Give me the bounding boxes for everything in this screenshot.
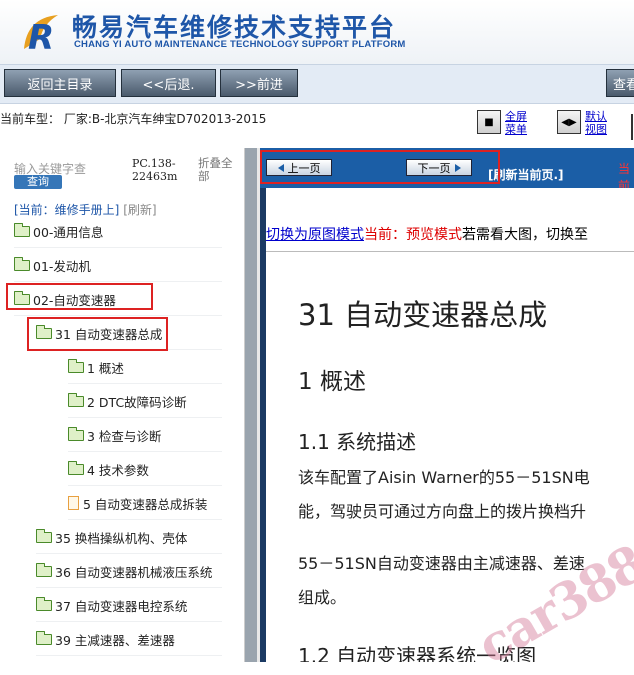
folder-icon — [14, 256, 30, 271]
tree-item-overview[interactable]: 1 概述 — [68, 351, 222, 384]
folder-icon — [68, 460, 84, 475]
view-button[interactable]: 查看 — [606, 69, 634, 97]
paragraph-line: 能，驾驶员可通过方向盘上的拨片换档升 — [298, 502, 587, 521]
back-button[interactable]: <<后退. — [121, 69, 216, 97]
document-icon — [68, 496, 79, 510]
pc-number: PC.138- 22463m — [132, 157, 178, 183]
tree-item-label: 00-通用信息 — [33, 224, 104, 240]
folder-icon — [68, 358, 84, 373]
paragraph-line: 该车配置了Aisin Warner的55－51SN电 — [298, 468, 590, 487]
tree-item-specs[interactable]: 4 技术参数 — [68, 453, 222, 486]
fullscreen-menu-label[interactable]: 全屏 菜单 — [505, 110, 527, 136]
tree-item-final-drive[interactable]: 39 主减速器、差速器 — [36, 623, 222, 656]
tree-item-label: 37 自动变速器电控系统 — [55, 598, 188, 614]
tree-item-removal[interactable]: 5 自动变速器总成拆装 — [68, 487, 222, 520]
folder-icon — [36, 528, 52, 543]
fullscreen-icon: ■ — [484, 116, 494, 128]
view-mode-line: 切换为原图模式当前：预览模式若需看大图，切换至 — [266, 224, 588, 244]
tree-item-electronic-control[interactable]: 37 自动变速器电控系统 — [36, 589, 222, 622]
paragraph-line: 组成。 — [298, 588, 347, 607]
main-navbar: 返回主目录 <<后退. >>前进 查看 — [0, 64, 634, 104]
folder-icon — [68, 426, 84, 441]
tree-item-label: 3 检查与诊断 — [87, 428, 162, 444]
tree-item-label: 36 自动变速器机械液压系统 — [55, 564, 213, 580]
folder-icon — [36, 562, 52, 577]
current-mode-label: 当前：预览模式 — [364, 227, 462, 243]
platform-subtitle: CHANG YI AUTO MAINTENANCE TECHNOLOGY SUP… — [74, 39, 406, 50]
tree-item-label: 4 技术参数 — [87, 462, 149, 478]
logo-icon: R — [24, 15, 58, 57]
divider — [266, 251, 634, 252]
paragraph-line: 55－51SN自动变速器由主减速器、差速 — [298, 554, 585, 573]
toolbar-divider — [631, 114, 633, 140]
highlight-box — [260, 150, 500, 184]
tree-item-inspection[interactable]: 3 检查与诊断 — [68, 419, 222, 452]
folder-icon — [14, 222, 30, 237]
default-view-label[interactable]: 默认 视图 — [585, 110, 607, 136]
vehicle-info-bar: 当前车型： 厂家:B-北京汽车绅宝D702013-2015 ■ 全屏 菜单 ◀▶… — [0, 104, 634, 148]
doc-heading-3: 1.1 系统描述 — [298, 430, 417, 454]
tree-item-label: 35 换档操纵机构、壳体 — [55, 530, 188, 546]
folder-icon — [68, 392, 84, 407]
collapse-all-link[interactable]: 折叠全部 — [198, 157, 238, 183]
doc-heading-2: 1 概述 — [298, 369, 366, 395]
tree-item-label: 39 主减速器、差速器 — [55, 632, 175, 648]
tree-item-label: 1 概述 — [87, 360, 124, 376]
tree-scrollbar-thumb[interactable] — [245, 148, 257, 662]
tree-item-label: 5 自动变速器总成拆装 — [83, 496, 208, 512]
default-view-button[interactable]: ◀▶ — [557, 110, 581, 134]
tree-item-label: 01-发动机 — [33, 258, 91, 274]
doc-heading-1: 31 自动变速器总成 — [298, 298, 548, 332]
home-button[interactable]: 返回主目录 — [4, 69, 116, 97]
folder-icon — [36, 630, 52, 645]
switch-original-link[interactable]: 切换为原图模式 — [266, 227, 364, 243]
default-view-icon: ◀▶ — [561, 116, 577, 128]
tree-item-general[interactable]: 00-通用信息 — [14, 215, 222, 248]
folder-icon — [36, 596, 52, 611]
tree-item-dtc[interactable]: 2 DTC故障码诊断 — [68, 385, 222, 418]
current-vehicle-label: 当前车型： 厂家:B-北京汽车绅宝D702013-2015 — [0, 112, 267, 126]
forward-button[interactable]: >>前进 — [220, 69, 298, 97]
tree-item-label: 2 DTC故障码诊断 — [87, 394, 187, 410]
highlight-box — [27, 317, 168, 351]
tree-item-engine[interactable]: 01-发动机 — [14, 249, 222, 282]
fullscreen-menu-button[interactable]: ■ — [477, 110, 501, 134]
highlight-box — [6, 283, 153, 310]
svg-text:R: R — [28, 18, 54, 57]
search-button[interactable]: 查询 — [14, 175, 62, 189]
page-toolbar: 上一页 下一页 [刷新当前页.] 当前 — [260, 148, 634, 193]
mode-hint: 若需看大图，切换至 — [462, 227, 588, 243]
tree-item-shift-mechanism[interactable]: 35 换档操纵机构、壳体 — [36, 521, 222, 554]
left-tree-panel: 输入关键字查 查询 PC.138- 22463m 折叠全部 [当前：维修手册上]… — [0, 148, 244, 662]
app-header: R 畅易汽车维修技术支持平台 CHANG YI AUTO MAINTENANCE… — [0, 0, 634, 64]
tree-item-hydraulic[interactable]: 36 自动变速器机械液压系统 — [36, 555, 222, 588]
